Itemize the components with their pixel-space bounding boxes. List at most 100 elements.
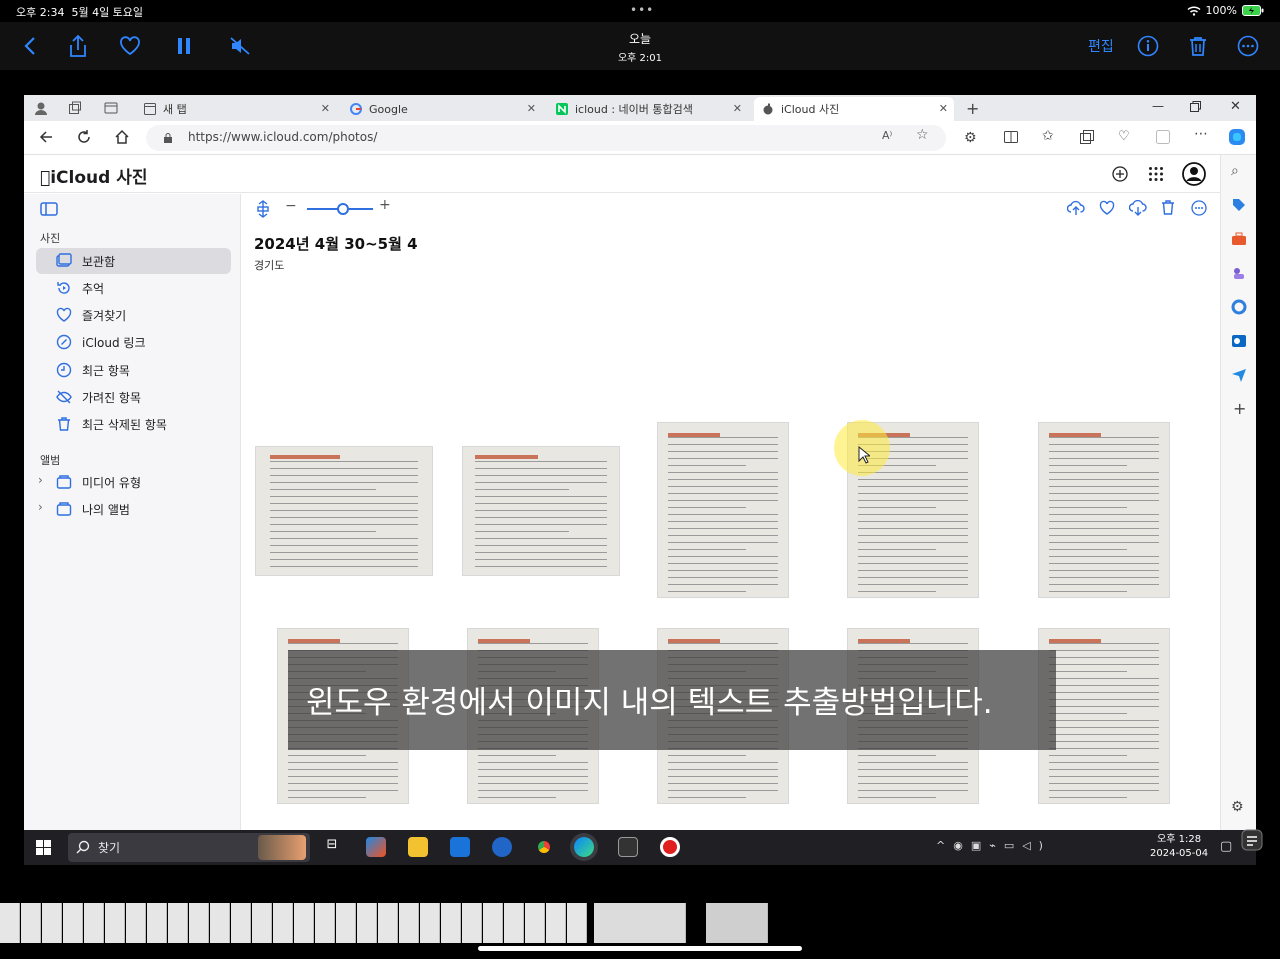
sidebar-item-media-types[interactable]: › 미디어 유형 xyxy=(36,469,231,495)
favorite-star-icon[interactable]: ☆ xyxy=(916,127,929,143)
tab-naver[interactable]: icloud : 네이버 통합검색 ✕ xyxy=(548,97,748,121)
filmstrip-thumbnail[interactable] xyxy=(168,903,188,943)
filmstrip-thumbnail[interactable] xyxy=(147,903,167,943)
aspect-toggle-icon[interactable] xyxy=(255,200,271,218)
close-tab-icon[interactable]: ✕ xyxy=(733,102,742,115)
filmstrip-thumbnail[interactable] xyxy=(189,903,209,943)
app-grid-icon[interactable] xyxy=(1148,166,1164,182)
settings-gear-icon[interactable]: ⚙ xyxy=(1231,799,1244,815)
chevron-right-icon[interactable]: › xyxy=(38,500,43,514)
filmstrip-thumbnail[interactable] xyxy=(84,903,104,943)
chrome-icon[interactable] xyxy=(534,837,554,857)
screen-capture-icon[interactable] xyxy=(1240,828,1264,852)
taskbar-clock[interactable]: 오후 1:28 2024-05-04 xyxy=(1150,833,1208,861)
info-icon[interactable] xyxy=(1134,32,1162,60)
outlook-icon[interactable] xyxy=(1231,333,1247,349)
restore-icon[interactable] xyxy=(1190,101,1201,112)
filmstrip-thumbnail[interactable] xyxy=(210,903,230,943)
filmstrip-thumbnail[interactable] xyxy=(462,903,482,943)
photo-thumbnail[interactable] xyxy=(1038,628,1170,804)
copilot-icon[interactable] xyxy=(1228,128,1246,146)
filmstrip-thumbnail[interactable] xyxy=(483,903,503,943)
filmstrip-thumbnail[interactable] xyxy=(546,903,566,943)
tab-actions-icon[interactable] xyxy=(104,101,118,115)
multitask-dots-icon[interactable]: ••• xyxy=(630,3,654,17)
filmstrip-thumbnail[interactable] xyxy=(105,903,125,943)
url-field[interactable]: https://www.icloud.com/photos/ A⁾ ☆ xyxy=(146,125,946,151)
record-icon[interactable] xyxy=(660,837,680,857)
zoom-out-icon[interactable]: − xyxy=(285,198,297,214)
sidebar-item-icloud-links[interactable]: iCloud 링크 xyxy=(36,329,231,355)
add-sidebar-app-icon[interactable]: + xyxy=(1233,399,1246,418)
task-view-icon[interactable]: ⊟ xyxy=(322,837,342,857)
filmstrip-thumbnail[interactable] xyxy=(42,903,62,943)
filmstrip-thumbnail[interactable] xyxy=(315,903,335,943)
add-icon[interactable] xyxy=(1112,166,1128,182)
share-icon[interactable] xyxy=(64,32,92,60)
sidebar-item-my-albums[interactable]: › 나의 앨범 xyxy=(36,496,231,522)
filmstrip-thumbnail[interactable] xyxy=(525,903,545,943)
chevron-right-icon[interactable]: › xyxy=(38,473,43,487)
back-chevron-icon[interactable] xyxy=(16,32,44,60)
more-icon[interactable] xyxy=(1191,200,1207,216)
edge-icon[interactable] xyxy=(574,837,594,857)
browser-essentials-icon[interactable]: ♡ xyxy=(1118,129,1130,144)
photo-thumbnail[interactable] xyxy=(462,446,620,576)
filmstrip-thumbnail[interactable] xyxy=(357,903,377,943)
sidebar-item-library[interactable]: 보관함 xyxy=(36,248,231,274)
trash-icon[interactable] xyxy=(1184,32,1212,60)
upload-icon[interactable] xyxy=(1067,200,1085,216)
search-icon[interactable]: ⌕ xyxy=(1231,163,1239,179)
filmstrip-thumbnail[interactable] xyxy=(252,903,272,943)
new-tab-plus-icon[interactable]: + xyxy=(966,99,979,118)
edit-button[interactable]: 편집 xyxy=(1088,36,1114,56)
sidebar-item-hidden[interactable]: 가려진 항목 xyxy=(36,384,231,410)
workspaces-icon[interactable] xyxy=(68,101,82,115)
filmstrip-thumbnail[interactable] xyxy=(594,903,686,943)
browser-menu-icon[interactable]: ⋯ xyxy=(1194,126,1208,142)
filmstrip-thumbnail[interactable] xyxy=(399,903,419,943)
filmstrip-thumbnail[interactable] xyxy=(420,903,440,943)
filmstrip-thumbnail[interactable] xyxy=(504,903,524,943)
filmstrip-thumbnail[interactable] xyxy=(126,903,146,943)
window-close-icon[interactable]: ✕ xyxy=(1230,99,1241,114)
photo-thumbnail[interactable] xyxy=(1038,422,1170,598)
account-avatar-icon[interactable] xyxy=(1182,162,1206,186)
close-tab-icon[interactable]: ✕ xyxy=(939,102,948,115)
favorites-icon[interactable]: ✩ xyxy=(1042,128,1054,144)
mute-speaker-icon[interactable] xyxy=(226,32,254,60)
close-tab-icon[interactable]: ✕ xyxy=(321,102,330,115)
zoom-slider[interactable] xyxy=(307,203,373,215)
filmstrip-thumbnail[interactable] xyxy=(273,903,293,943)
download-icon[interactable] xyxy=(1129,200,1147,216)
read-aloud-icon[interactable]: A⁾ xyxy=(882,129,892,142)
mail-icon[interactable] xyxy=(450,837,470,857)
split-screen-icon[interactable] xyxy=(1004,130,1018,144)
taskbar-search[interactable]: 찾기 xyxy=(68,833,310,862)
windows-start-icon[interactable] xyxy=(36,840,51,855)
send-icon[interactable] xyxy=(1231,367,1247,383)
extensions-icon[interactable]: ⚙ xyxy=(964,130,977,146)
tab-icloud-photos[interactable]: iCloud 사진 ✕ xyxy=(754,97,954,121)
delete-icon[interactable] xyxy=(1161,199,1175,215)
photo-thumbnail[interactable] xyxy=(255,446,433,576)
app-icon[interactable] xyxy=(492,837,512,857)
file-explorer-icon[interactable] xyxy=(408,837,428,857)
filmstrip-thumbnail[interactable] xyxy=(63,903,83,943)
filmstrip-thumbnail[interactable] xyxy=(567,903,587,943)
tools-briefcase-icon[interactable] xyxy=(1231,231,1247,247)
games-icon[interactable] xyxy=(1231,265,1247,281)
filmstrip-thumbnail[interactable] xyxy=(0,903,20,943)
zoom-in-icon[interactable]: + xyxy=(379,197,391,213)
profile-icon[interactable] xyxy=(34,101,48,115)
home-icon[interactable] xyxy=(114,129,130,145)
filmstrip-thumbnail[interactable] xyxy=(441,903,461,943)
minimize-icon[interactable]: — xyxy=(1152,99,1164,113)
tab-google[interactable]: Google ✕ xyxy=(342,97,542,121)
sidebar-toggle-icon[interactable] xyxy=(40,202,58,216)
back-arrow-icon[interactable] xyxy=(38,129,54,145)
close-tab-icon[interactable]: ✕ xyxy=(527,102,536,115)
sidebar-item-recents[interactable]: 최근 항목 xyxy=(36,357,231,383)
shopping-tag-icon[interactable] xyxy=(1231,197,1247,213)
sidebar-item-recently-deleted[interactable]: 최근 삭제된 항목 xyxy=(36,411,231,437)
